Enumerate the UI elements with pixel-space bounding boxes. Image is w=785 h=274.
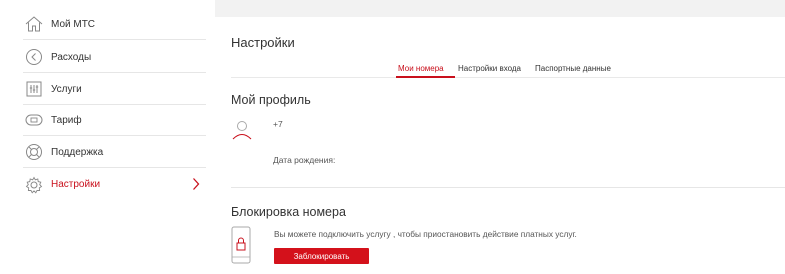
sidebar-item-label: Расходы: [51, 51, 92, 63]
profile-section-title: Мой профиль: [231, 93, 311, 107]
active-tab-indicator: [396, 76, 455, 78]
sidebar-item-services[interactable]: Услуги: [23, 74, 206, 105]
sidebar-item-support[interactable]: Поддержка: [23, 137, 206, 168]
home-icon: [23, 13, 45, 35]
sidebar-item-label: Мой МТС: [51, 18, 96, 30]
tab-my-numbers[interactable]: Мои номера: [398, 64, 444, 73]
lock-phone-icon: [231, 226, 251, 269]
sidebar-item-label: Настройки: [51, 179, 101, 190]
section-divider: [231, 187, 785, 188]
tariff-icon: [23, 109, 45, 131]
tab-passport-data[interactable]: Паспортные данные: [535, 64, 611, 73]
sidebar-item-settings[interactable]: Настройки: [23, 169, 206, 200]
sidebar-item-label: Тариф: [51, 114, 82, 126]
sidebar-item-tariff[interactable]: Тариф: [23, 105, 206, 136]
services-icon: [23, 78, 45, 100]
settings-icon: [23, 174, 45, 196]
sidebar-item-label: Услуги: [51, 83, 82, 95]
block-section-title: Блокировка номера: [231, 205, 346, 219]
profile-phone: +7: [273, 119, 283, 129]
page-title: Настройки: [231, 35, 295, 50]
sidebar-item-expenses[interactable]: Расходы: [23, 42, 206, 73]
sidebar-item-my-mts[interactable]: Мой МТС: [23, 9, 206, 40]
tabs-divider: [231, 77, 785, 78]
main-panel: Настройки Мои номера Настройки входа Пас…: [215, 17, 785, 274]
avatar-icon: [231, 119, 253, 146]
tab-login-settings[interactable]: Настройки входа: [458, 64, 521, 73]
block-number-button[interactable]: Заблокировать: [274, 248, 369, 264]
block-description: Вы можете подключить услугу , чтобы прио…: [274, 229, 577, 239]
sidebar-item-label: Поддержка: [51, 146, 104, 158]
support-icon: [23, 141, 45, 163]
chevron-right-icon: [192, 177, 200, 196]
birth-date-label: Дата рождения:: [273, 155, 336, 165]
sidebar: Мой МТС Расходы Услуги Тариф Поддержка Н…: [0, 0, 215, 274]
expenses-icon: [23, 46, 45, 68]
